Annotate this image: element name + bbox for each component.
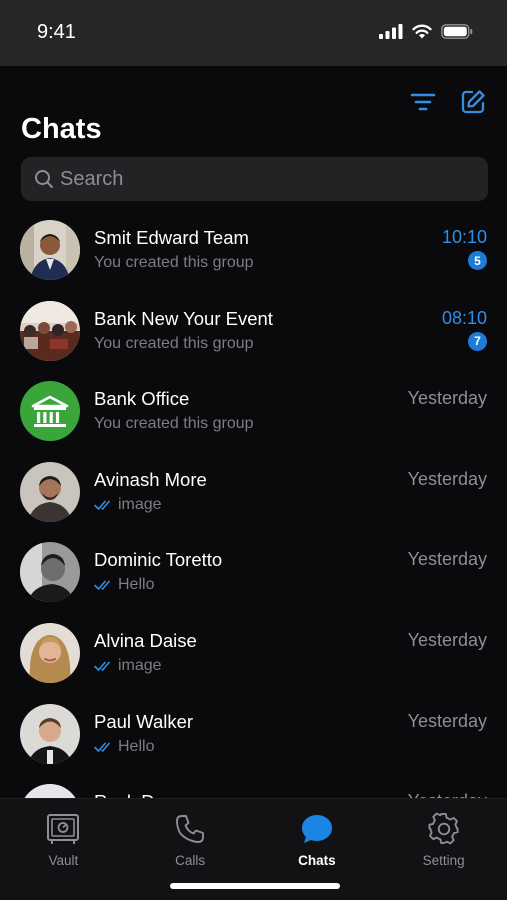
tab-vault[interactable]: Vault — [0, 799, 127, 875]
double-check-icon — [94, 742, 110, 752]
chat-preview-text: You created this group — [94, 415, 254, 433]
search-bar[interactable] — [21, 157, 488, 201]
avatar — [20, 220, 80, 280]
compose-icon — [461, 90, 485, 114]
chat-time: Yesterday — [407, 629, 487, 650]
chat-row-alvina-daise[interactable]: Alvina Daise image Yesterday — [0, 613, 507, 694]
tab-chats[interactable]: Chats — [254, 799, 381, 875]
chat-time: Yesterday — [407, 549, 487, 570]
chat-time: Yesterday — [407, 388, 487, 409]
tab-setting[interactable]: Setting — [380, 799, 507, 875]
chat-row-bank-new-your-event[interactable]: Bank New Your Event You created this gro… — [0, 291, 507, 372]
double-check-icon — [94, 661, 110, 671]
chat-bubble-icon — [301, 815, 332, 843]
chat-preview: image — [94, 657, 162, 675]
chat-row-paul-walker[interactable]: Paul Walker Hello Yesterday — [0, 694, 507, 775]
filter-button[interactable] — [409, 88, 437, 116]
chat-preview-text: You created this group — [94, 334, 254, 352]
chat-name: Dominic Toretto — [94, 549, 223, 571]
search-input[interactable] — [60, 167, 460, 191]
chat-preview-text: Hello — [118, 737, 155, 755]
page-title: Chats — [21, 113, 102, 145]
chat-preview: You created this group — [94, 415, 254, 433]
header-actions — [409, 88, 487, 116]
chat-row-bank-office[interactable]: Bank Office You created this group Yeste… — [0, 371, 507, 452]
status-time: 9:41 — [37, 21, 76, 43]
chat-name: Paul Walker — [94, 710, 194, 732]
tab-label: Chats — [298, 853, 336, 868]
chat-name: Alvina Daise — [94, 629, 197, 651]
wifi-icon — [412, 24, 432, 39]
chat-row-dominic-toretto[interactable]: Dominic Toretto Hello Yesterday — [0, 532, 507, 613]
chat-preview-text: image — [118, 656, 162, 674]
compose-button[interactable] — [459, 88, 487, 116]
chat-preview-text: Hello — [118, 576, 155, 594]
avatar — [20, 622, 80, 683]
chat-name: Avinash More — [94, 468, 207, 490]
chat-name: Bank Office — [94, 388, 190, 410]
bank-icon — [20, 381, 80, 442]
chat-name: Smit Edward Team — [94, 227, 249, 248]
chats-screen: 9:41 Chats Search Smit Edward Team You c… — [0, 0, 507, 900]
gear-icon — [428, 812, 459, 845]
chat-preview-text: You created this group — [94, 254, 254, 271]
chat-preview: You created this group — [94, 335, 254, 353]
avatar — [20, 381, 80, 442]
battery-icon — [441, 24, 473, 39]
double-check-icon — [94, 500, 110, 510]
chat-preview: Hello — [94, 738, 154, 756]
tab-calls[interactable]: Calls — [127, 799, 254, 875]
chat-list: Smit Edward Team You created this group … — [0, 210, 507, 855]
chat-row-avinash-more[interactable]: Avinash More image Yesterday — [0, 452, 507, 533]
chat-preview: image — [94, 496, 162, 514]
phone-icon — [176, 815, 205, 843]
unread-badge: 5 — [468, 251, 487, 270]
search-icon — [35, 170, 53, 188]
unread-badge: 7 — [468, 331, 487, 351]
status-icons — [379, 24, 473, 39]
avatar — [20, 542, 80, 603]
tab-label: Calls — [175, 853, 206, 868]
double-check-icon — [94, 581, 110, 591]
avatar — [20, 703, 80, 764]
signal-icon — [379, 24, 403, 39]
tab-label: Vault — [48, 853, 79, 868]
chat-time: 10:10 — [441, 227, 487, 247]
tab-label: Setting — [422, 853, 465, 868]
chat-preview: You created this group — [94, 254, 254, 272]
tab-bar: Vault Calls Chats Setting — [0, 798, 507, 875]
chat-preview: Hello — [94, 576, 154, 594]
chat-row-smit-edward-team[interactable]: Smit Edward Team You created this group … — [0, 210, 507, 291]
filter-icon — [410, 93, 436, 111]
chat-preview-text: image — [118, 495, 162, 513]
avatar — [20, 300, 80, 361]
chat-time: Yesterday — [407, 710, 487, 731]
chat-time: 08:10 — [441, 307, 487, 328]
chat-name: Bank New Your Event — [94, 307, 273, 329]
status-bar: 9:41 — [0, 0, 507, 66]
chat-time: Yesterday — [407, 468, 487, 489]
home-indicator[interactable] — [170, 883, 340, 889]
avatar — [20, 461, 80, 522]
vault-icon — [47, 814, 80, 844]
